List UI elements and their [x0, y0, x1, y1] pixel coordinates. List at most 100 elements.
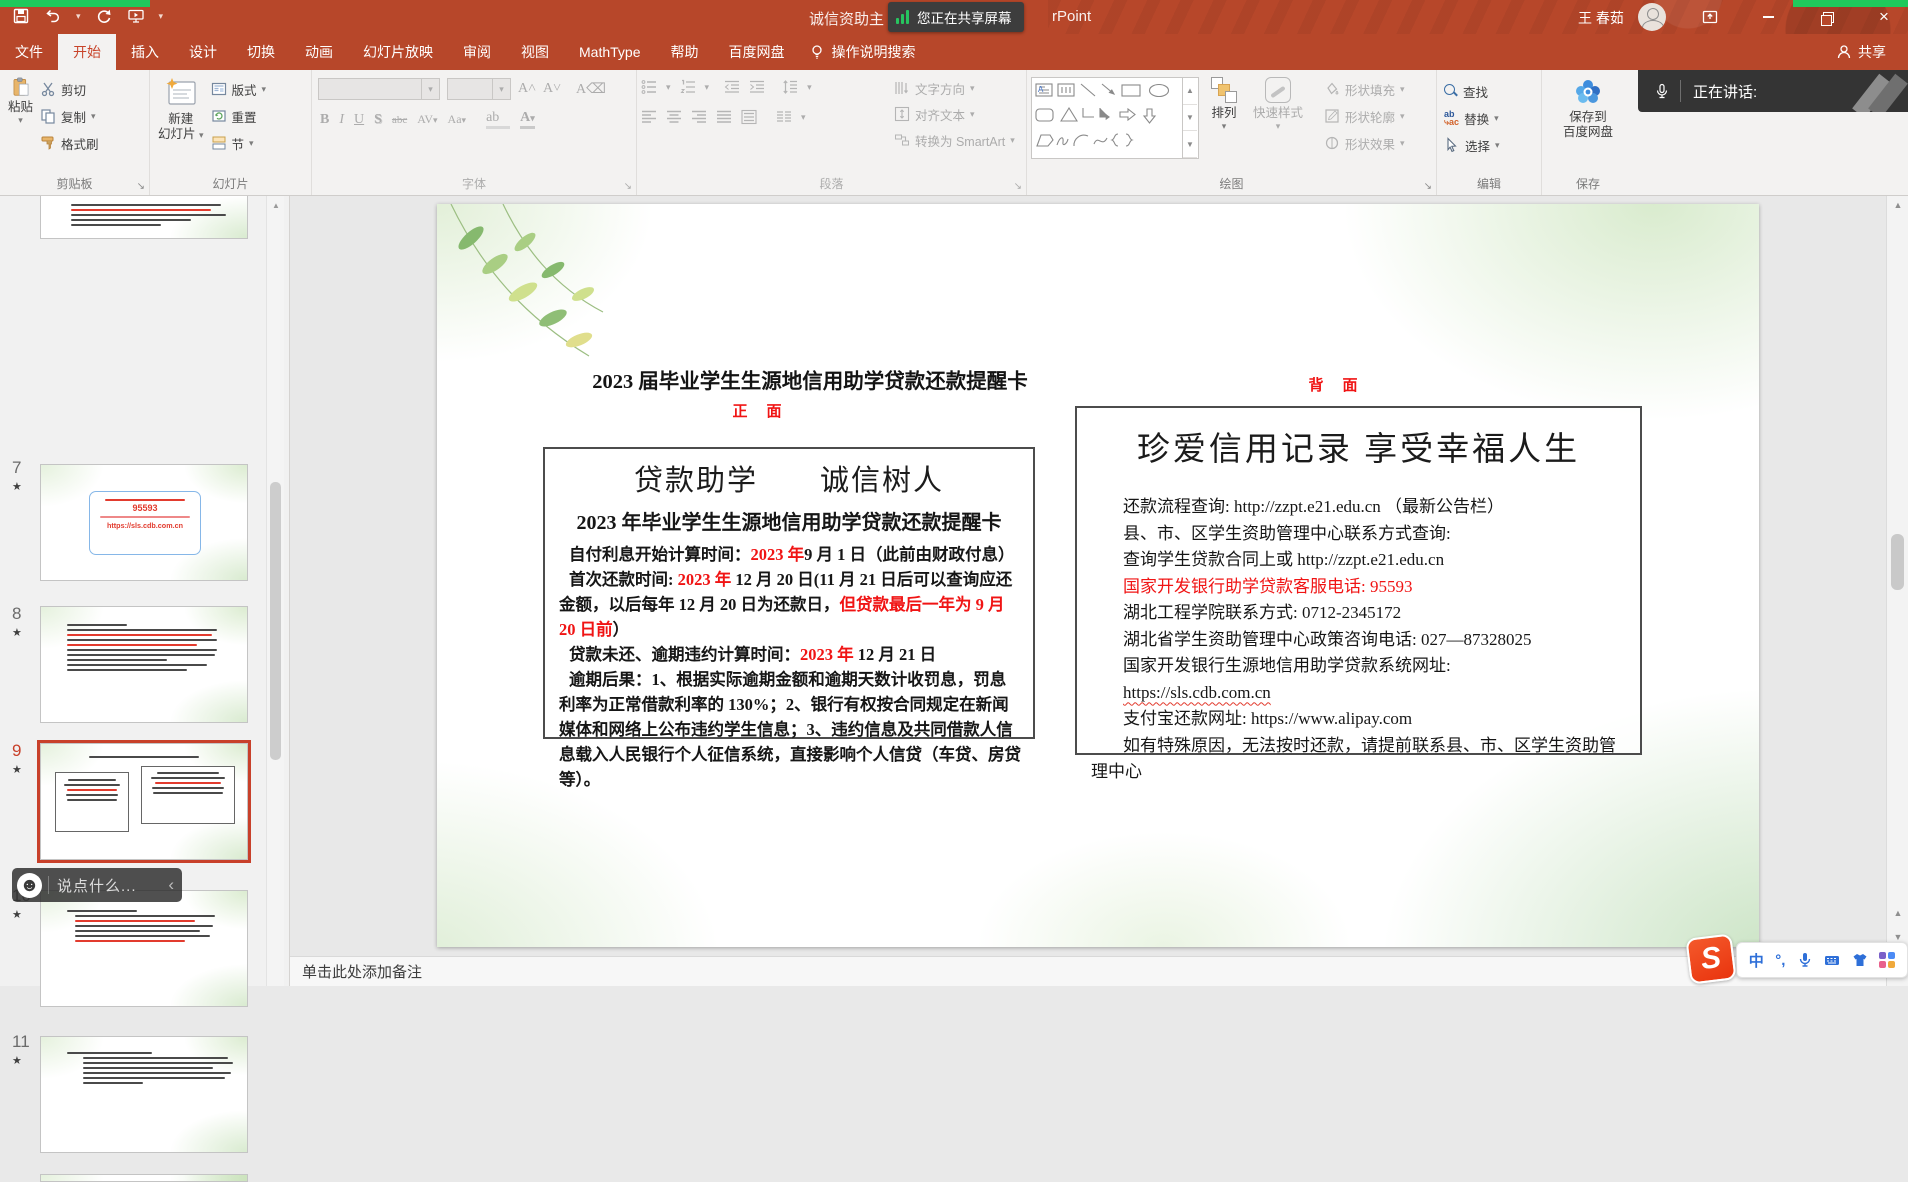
scroll-up-icon[interactable]: ▲ [1887, 200, 1908, 210]
shapes-scroll-down-icon[interactable]: ▼ [1183, 105, 1197, 132]
replace-button[interactable]: ab⤷ac 替换▾ [1441, 106, 1537, 130]
tab-mathtype[interactable]: MathType [564, 34, 655, 70]
notes-pane[interactable]: 单击此处添加备注 [290, 956, 1886, 986]
toolbox-icon[interactable] [1879, 952, 1895, 968]
arrange-button[interactable]: 排列 ▾ [1207, 75, 1241, 175]
thumbnail-scroll-up-icon[interactable]: ▲ [267, 198, 285, 214]
bold-button[interactable]: B [320, 112, 329, 128]
tab-design[interactable]: 设计 [174, 34, 232, 70]
text-shadow-button[interactable]: S [374, 112, 382, 128]
italic-button[interactable]: I [339, 112, 344, 128]
tab-animations[interactable]: 动画 [290, 34, 348, 70]
paragraph-dialog-launcher-icon[interactable]: ↘ [1014, 182, 1022, 192]
shapes-more-icon[interactable]: ▼ [1183, 131, 1197, 158]
front-card[interactable]: 贷款助学 诚信树人 2023 年毕业学生生源地信用助学贷款还款提醒卡 自付利息开… [543, 447, 1035, 739]
layout-button[interactable]: 版式▾ [208, 77, 270, 101]
quick-styles-button[interactable]: 快速样式 ▾ [1249, 75, 1307, 175]
align-left-icon[interactable] [641, 109, 657, 125]
editor-scrollbar[interactable]: ▲ ▲ ▼ ▼ [1886, 196, 1908, 986]
align-center-icon[interactable] [666, 109, 682, 125]
tab-review[interactable]: 审阅 [448, 34, 506, 70]
shrink-font-icon[interactable]: A˅ [543, 81, 561, 97]
tab-baidu-netdisk[interactable]: 百度网盘 [713, 34, 799, 70]
font-color-icon[interactable]: A▾ [520, 110, 535, 129]
save-icon[interactable] [12, 6, 30, 26]
indent-decrease-icon[interactable] [724, 79, 740, 95]
tell-me-search[interactable]: 操作说明搜索 [799, 34, 925, 70]
cut-button[interactable]: 剪切 [37, 77, 102, 101]
slide-canvas[interactable]: 2023 届毕业学生生源地信用助学贷款还款提醒卡 正 面 背 面 贷款助学 诚信… [437, 204, 1759, 947]
text-direction-button[interactable]: 文字方向▾ [891, 77, 1018, 99]
tab-home[interactable]: 开始 [58, 34, 116, 70]
numbering-icon[interactable] [680, 79, 696, 95]
font-dialog-launcher-icon[interactable]: ↘ [624, 182, 632, 192]
user-name[interactable]: 王 春茹 [1578, 8, 1624, 28]
editor-scrollbar-thumb[interactable] [1891, 534, 1904, 590]
justify-icon[interactable] [716, 109, 732, 125]
undo-dropdown-icon[interactable]: ▾ [76, 11, 81, 22]
share-button[interactable]: 共享 [1836, 34, 1886, 70]
highlight-color-icon[interactable]: ab⃞ [486, 110, 510, 129]
minimize-icon[interactable] [1746, 0, 1790, 34]
thumbnail-scrollbar-thumb[interactable] [270, 482, 281, 760]
ribbon-display-options-icon[interactable] [1688, 0, 1732, 34]
meeting-chat-bubble[interactable]: ☻ 说点什么... ‹ [12, 868, 182, 902]
thumbnail-slide-10[interactable] [40, 890, 248, 1007]
new-slide-button[interactable]: 新建 幻灯片 ▾ [154, 75, 208, 175]
shapes-gallery-scroll[interactable]: ▲ ▼ ▼ [1182, 78, 1197, 158]
align-text-button[interactable]: 对齐文本▾ [891, 103, 1018, 125]
tab-insert[interactable]: 插入 [116, 34, 174, 70]
clipboard-dialog-launcher-icon[interactable]: ↘ [137, 182, 145, 192]
clear-formatting-icon[interactable]: A⌫ [576, 81, 606, 98]
convert-smartart-button[interactable]: 转换为 SmartArt▾ [891, 129, 1018, 151]
reset-button[interactable]: 重置 [208, 104, 270, 128]
font-name-select[interactable]: ▾ [318, 78, 440, 100]
columns-icon[interactable] [776, 109, 792, 125]
bullets-icon[interactable] [641, 79, 657, 95]
font-size-select[interactable]: ▾ [447, 78, 511, 100]
section-button[interactable]: 节▾ [208, 131, 270, 155]
shape-effects-button[interactable]: 形状效果▾ [1321, 131, 1408, 155]
slideshow-icon[interactable] [127, 6, 145, 26]
collapse-chevron-icon[interactable]: ‹ [168, 875, 174, 895]
shapes-gallery[interactable]: A [1031, 77, 1199, 159]
select-button[interactable]: 选择▾ [1441, 133, 1537, 157]
character-spacing-button[interactable]: AV▾ [417, 112, 437, 127]
thumbnail-scrollbar[interactable]: ▲ [266, 196, 284, 986]
chat-input-placeholder[interactable]: 说点什么... [57, 875, 137, 896]
shape-fill-button[interactable]: 形状填充▾ [1321, 77, 1408, 101]
thumbnail-slide-12[interactable] [40, 1174, 248, 1182]
tab-transitions[interactable]: 切换 [232, 34, 290, 70]
ime-mic-icon[interactable] [1797, 952, 1813, 968]
strikethrough-button[interactable]: abc [392, 114, 407, 126]
redo-icon[interactable] [95, 6, 113, 26]
thumbnail-slide-8[interactable] [40, 606, 248, 723]
undo-icon[interactable] [44, 6, 62, 26]
tab-help[interactable]: 帮助 [655, 34, 713, 70]
line-spacing-icon[interactable] [782, 79, 798, 95]
copy-button[interactable]: 复制 ▾ [37, 104, 102, 128]
distribute-icon[interactable] [741, 109, 757, 125]
underline-button[interactable]: U [354, 112, 364, 128]
save-to-netdisk-button[interactable]: 保存到 百度网盘 [1546, 75, 1630, 142]
find-button[interactable]: 查找 [1441, 79, 1537, 103]
ime-mode-button[interactable]: 中 [1749, 950, 1764, 971]
align-right-icon[interactable] [691, 109, 707, 125]
avatar[interactable] [1638, 3, 1666, 31]
skin-icon[interactable] [1852, 952, 1868, 968]
thumbnail-slide-11[interactable] [40, 1036, 248, 1153]
shapes-scroll-up-icon[interactable]: ▲ [1183, 78, 1197, 105]
indent-increase-icon[interactable] [749, 79, 765, 95]
punctuation-icon[interactable]: °, [1775, 952, 1785, 969]
change-case-button[interactable]: Aa▾ [448, 112, 467, 127]
tab-file[interactable]: 文件 [0, 34, 58, 70]
thumbnail-slide-9-selected[interactable] [40, 743, 248, 860]
format-painter-button[interactable]: 格式刷 [37, 131, 102, 155]
previous-slide-icon[interactable]: ▲ [1887, 908, 1908, 918]
paste-button[interactable]: 粘贴 ▾ [4, 75, 37, 175]
keyboard-icon[interactable] [1824, 952, 1840, 968]
shape-outline-button[interactable]: 形状轮廓▾ [1321, 104, 1408, 128]
back-card[interactable]: 珍爱信用记录 享受幸福人生 还款流程查询: http://zzpt.e21.ed… [1075, 406, 1642, 755]
tab-view[interactable]: 视图 [506, 34, 564, 70]
thumbnail-slide-7[interactable]: 95593 https://sls.cdb.com.cn [40, 464, 248, 581]
